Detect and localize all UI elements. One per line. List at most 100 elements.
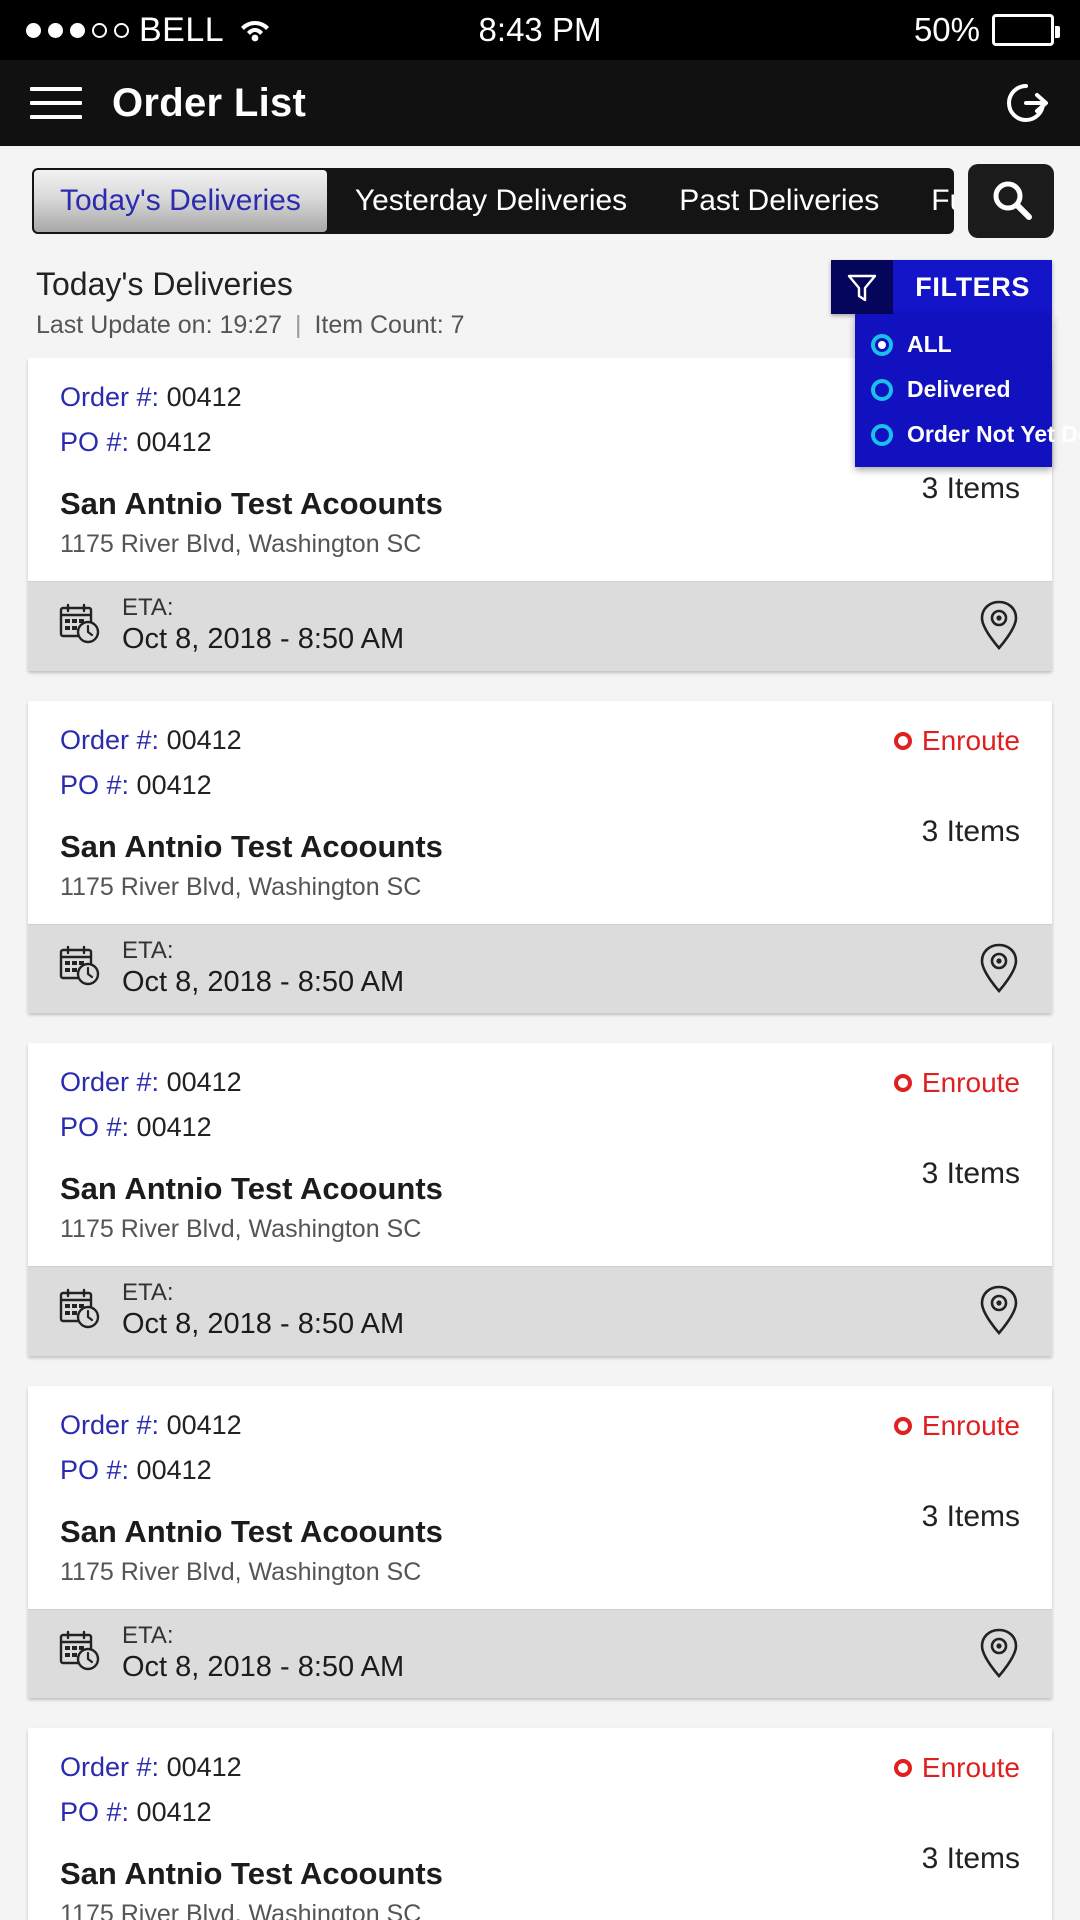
customer-block: San Antnio Test Acoounts 1175 River Blvd…: [60, 1500, 922, 1587]
map-pin-icon[interactable]: [976, 1627, 1022, 1679]
summary-bar: Today's Deliveries Last Update on: 19:27…: [0, 252, 1080, 467]
filter-option-not-delivered[interactable]: Order Not Yet Delivered: [855, 412, 1080, 457]
order-number: Order #: 00412: [60, 382, 894, 413]
status-badge-label: Enroute: [921, 1409, 1020, 1441]
app-screen: BELL 8:43 PM 50% Order List Today's Deli…: [0, 0, 1080, 1920]
item-count: 3 Items: [921, 472, 1020, 505]
eta-text: ETA: Oct 8, 2018 - 8:50 AM: [122, 1622, 404, 1685]
customer-address: 1175 River Blvd, Washington SC: [60, 1215, 422, 1244]
tab-yesterday-deliveries[interactable]: Yesterday Deliveries: [329, 168, 653, 234]
customer-block: San Antnio Test Acoounts 1175 River Blvd…: [60, 472, 922, 559]
order-customer-row: San Antnio Test Acoounts 1175 River Blvd…: [60, 815, 1020, 902]
po-number: PO #: 00412: [60, 1455, 894, 1486]
filters-control: FILTERS ALL Delivered Order Not Yet Deli…: [831, 260, 1080, 467]
order-card-body: Order #: 00412 PO #: 00412 Enroute: [28, 701, 1052, 924]
eta-label: ETA:: [122, 594, 174, 621]
hamburger-menu-icon[interactable]: [30, 87, 82, 119]
order-card-body: Order #: 00412 PO #: 00412 Enroute: [28, 1386, 1052, 1609]
filter-option-delivered[interactable]: Delivered: [855, 367, 1052, 412]
order-card[interactable]: Order #: 00412 PO #: 00412 Enroute: [28, 1385, 1052, 1699]
filter-option-not-delivered-label: Order Not Yet Delivered: [907, 421, 1080, 447]
logout-icon[interactable]: [1002, 79, 1050, 127]
order-number: Order #: 00412: [60, 1752, 894, 1783]
status-badge: Enroute: [893, 725, 1020, 757]
status-dot-icon: [893, 1416, 912, 1435]
order-ref-row: Order #: 00412 PO #: 00412 Enroute: [60, 1752, 1020, 1842]
order-refs: Order #: 00412 PO #: 00412: [60, 1410, 894, 1500]
filter-option-delivered-label: Delivered: [907, 376, 1011, 402]
customer-name: San Antnio Test Acoounts: [60, 486, 443, 521]
customer-name: San Antnio Test Acoounts: [60, 1513, 443, 1549]
item-count: 3 Items: [921, 1499, 1020, 1533]
order-card[interactable]: Order #: 00412 PO #: 00412 Enroute: [28, 700, 1052, 1014]
calendar-clock-icon: [58, 943, 102, 992]
order-card[interactable]: Order #: 00412 PO #: 00412 Enroute: [28, 1728, 1052, 1920]
item-count: 3 Items: [921, 814, 1020, 848]
po-number-label: PO #:: [60, 427, 130, 457]
customer-block: San Antnio Test Acoounts 1175 River Blvd…: [60, 1157, 922, 1244]
item-count: 3 Items: [921, 1157, 1020, 1191]
order-ref-row: Order #: 00412 PO #: 00412 Enroute: [60, 725, 1020, 815]
battery-icon: [992, 14, 1060, 46]
po-number-value: 00412: [136, 1454, 212, 1485]
order-card-body: Order #: 00412 PO #: 00412 Enroute: [28, 1043, 1052, 1266]
map-pin-icon[interactable]: [976, 599, 1022, 651]
order-card-body: Order #: 00412 PO #: 00412 Enroute: [28, 1728, 1052, 1920]
map-pin-icon[interactable]: [976, 942, 1022, 994]
order-number: Order #: 00412: [60, 1410, 894, 1441]
po-number: PO #: 00412: [60, 1112, 894, 1143]
order-customer-row: San Antnio Test Acoounts 1175 River Blvd…: [60, 1157, 1020, 1244]
search-button[interactable]: [968, 164, 1054, 238]
order-ref-row: Order #: 00412 PO #: 00412 Enroute: [60, 1067, 1020, 1157]
last-update-value: 19:27: [219, 311, 283, 339]
eta-value: Oct 8, 2018 - 8:50 AM: [122, 1308, 405, 1341]
order-refs: Order #: 00412 PO #: 00412: [60, 1752, 894, 1842]
map-pin-icon[interactable]: [976, 1284, 1022, 1336]
eta-bar: ETA: Oct 8, 2018 - 8:50 AM: [28, 1266, 1052, 1356]
status-dot-icon: [893, 731, 912, 750]
po-number-value: 00412: [136, 769, 212, 800]
battery-percentage: 50%: [913, 11, 980, 48]
po-number-label: PO #:: [60, 1112, 130, 1143]
po-number: PO #: 00412: [60, 770, 894, 801]
eta-label: ETA:: [122, 1279, 174, 1307]
customer-address: 1175 River Blvd, Washington SC: [60, 530, 422, 558]
order-number-value: 00412: [166, 1409, 242, 1440]
radio-icon-delivered: [871, 378, 893, 401]
order-number-value: 00412: [166, 1067, 242, 1098]
filters-dropdown: ALL Delivered Order Not Yet Delivered: [855, 314, 1080, 467]
eta-label: ETA:: [122, 936, 174, 964]
order-refs: Order #: 00412 PO #: 00412: [60, 1067, 894, 1157]
status-dot-icon: [893, 1074, 912, 1093]
order-number-value: 00412: [166, 382, 242, 412]
calendar-clock-icon: [58, 1286, 102, 1335]
tab-past-deliveries[interactable]: Past Deliveries: [653, 168, 905, 234]
tab-todays-deliveries[interactable]: Today's Deliveries: [34, 170, 327, 232]
item-count-value: 7: [450, 311, 465, 339]
po-number-value: 00412: [136, 1112, 212, 1143]
status-badge-label: Enroute: [921, 1067, 1020, 1099]
order-customer-row: San Antnio Test Acoounts 1175 River Blvd…: [60, 1842, 1020, 1920]
order-card[interactable]: Order #: 00412 PO #: 00412 Enroute: [28, 1043, 1052, 1356]
filter-option-all-label: ALL: [907, 331, 952, 357]
carrier-name: BELL: [139, 10, 225, 49]
tab-future-deliveries[interactable]: Future: [905, 168, 954, 234]
eta-text: ETA: Oct 8, 2018 - 8:50 AM: [122, 594, 404, 657]
customer-name: San Antnio Test Acoounts: [60, 1856, 443, 1892]
signal-strength-icon: [26, 22, 129, 38]
page-title: Order List: [112, 80, 307, 125]
funnel-icon: [831, 260, 894, 314]
filters-button[interactable]: FILTERS: [831, 260, 1052, 314]
customer-name: San Antnio Test Acoounts: [60, 828, 443, 864]
eta-value: Oct 8, 2018 - 8:50 AM: [122, 965, 405, 998]
filters-button-label: FILTERS: [893, 260, 1052, 314]
po-number-label: PO #:: [60, 1454, 130, 1485]
order-customer-row: San Antnio Test Acoounts 1175 River Blvd…: [60, 472, 1020, 559]
eta-text: ETA: Oct 8, 2018 - 8:50 AM: [122, 937, 404, 1000]
tab-bar: Today's Deliveries Yesterday Deliveries …: [0, 146, 1080, 252]
order-number-label: Order #:: [60, 1752, 160, 1783]
filter-option-all[interactable]: ALL: [855, 322, 1052, 367]
order-number-label: Order #:: [60, 382, 160, 412]
order-refs: Order #: 00412 PO #: 00412: [60, 725, 894, 815]
eta-label: ETA:: [122, 1621, 174, 1649]
